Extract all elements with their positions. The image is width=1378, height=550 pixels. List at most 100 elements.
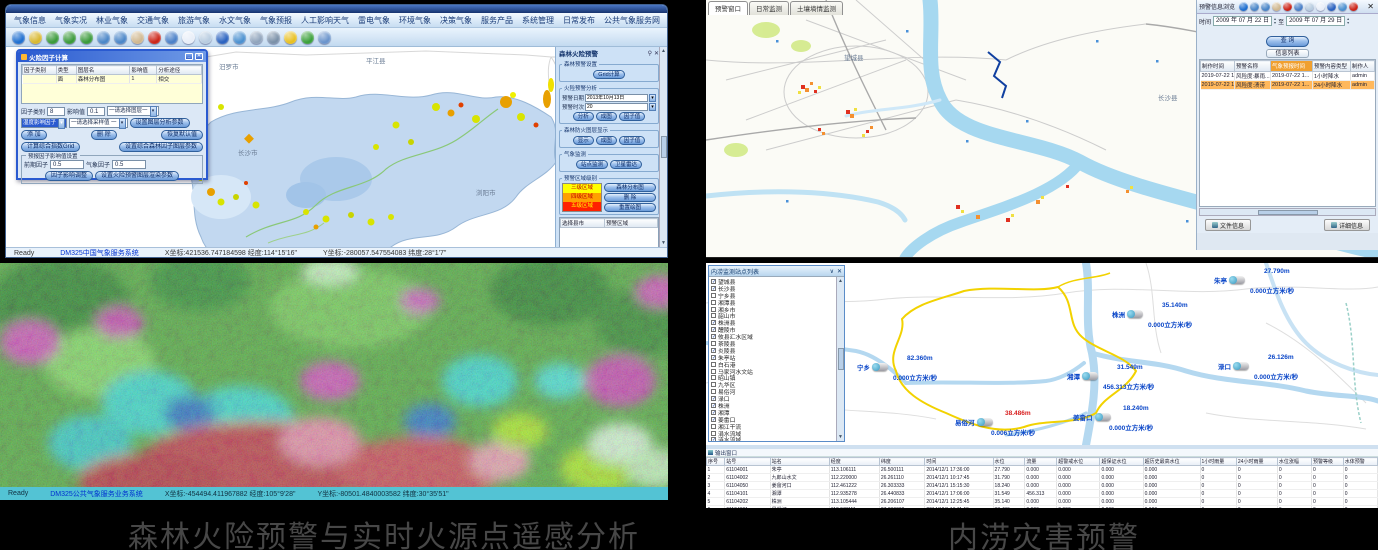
collapse-icon[interactable]: ∨ — [830, 268, 834, 275]
menu-item[interactable]: 服务产品 — [481, 15, 513, 26]
dialog-button[interactable]: 添 加 — [21, 130, 47, 140]
panel-button[interactable]: 因子值 — [619, 136, 646, 145]
warning-list-table[interactable]: 制作时间预警名称气象预报时间预警内容类型制作人2019-07-22 1...风险… — [1199, 59, 1376, 207]
zoom-in-icon[interactable] — [97, 31, 110, 44]
checkbox-icon[interactable] — [711, 431, 716, 436]
scroll-down-icon[interactable]: ▼ — [838, 434, 843, 440]
column-header[interactable]: 1小时雨量 — [1200, 458, 1236, 466]
tab-3[interactable]: 土壤墒情监测 — [790, 1, 843, 15]
dialog-button[interactable]: 删 除 — [91, 130, 117, 140]
close-icon[interactable]: ✕ — [1365, 2, 1376, 11]
column-header[interactable]: 水位 — [993, 458, 1025, 466]
image-icon[interactable] — [233, 31, 246, 44]
dialog-button[interactable]: 计算综合指数Grid — [21, 142, 80, 152]
checkbox-icon[interactable]: ✓ — [711, 327, 716, 332]
stop-icon[interactable] — [1349, 2, 1358, 11]
scroll-up-icon[interactable]: ▲ — [661, 48, 666, 54]
dialog-button[interactable]: 设置综合森林因子图层参数 — [119, 142, 203, 152]
globe-icon[interactable] — [1239, 2, 1248, 11]
scroll-thumb[interactable] — [1258, 210, 1318, 215]
fly-to-icon[interactable] — [46, 31, 59, 44]
date-spinner-icon[interactable]: ▴▾ — [1347, 17, 1349, 25]
column-header[interactable]: 预警等级 — [1311, 458, 1343, 466]
checkbox-icon[interactable] — [711, 293, 716, 298]
dialog-button[interactable]: 设置火险预警图层渲染参数 — [95, 171, 179, 181]
close-icon[interactable]: ✕ — [195, 53, 203, 60]
column-header[interactable]: 水体预警 — [1343, 458, 1377, 466]
select-arrow2-icon[interactable] — [80, 31, 93, 44]
menu-item[interactable]: 气象预报 — [260, 15, 292, 26]
menu-item[interactable]: 雷电气象 — [358, 15, 390, 26]
menu-item[interactable]: 交通气象 — [137, 15, 169, 26]
menu-item[interactable]: 气象实况 — [55, 15, 87, 26]
field-value[interactable]: 2013年10月13日 — [585, 94, 648, 102]
panel-button[interactable]: 显示 — [573, 136, 594, 145]
panel-button[interactable]: 森林分布图 — [604, 183, 656, 192]
scroll-down-icon[interactable]: ▼ — [661, 240, 666, 246]
page2-icon[interactable] — [1316, 2, 1325, 11]
checkbox-icon[interactable]: ✓ — [711, 417, 716, 422]
print-icon[interactable] — [250, 31, 263, 44]
checkbox-icon[interactable]: ✓ — [711, 334, 716, 339]
layer-select[interactable]: 一请选择图层一▾ — [107, 106, 159, 116]
dialog-titlebar[interactable]: 火险因子计算 _ ✕ — [18, 51, 206, 62]
legend-icon[interactable] — [216, 31, 229, 44]
checkbox-icon[interactable] — [711, 382, 716, 387]
map-icon[interactable] — [318, 31, 331, 44]
pan-hand-icon[interactable] — [131, 31, 144, 44]
chevron-down-icon[interactable]: ▾ — [119, 118, 126, 129]
column-header[interactable]: 制作时间 — [1201, 61, 1235, 72]
tab-1[interactable]: 预警窗口 — [708, 1, 748, 15]
column-header[interactable]: 分析途径 — [157, 66, 202, 75]
column-header[interactable]: 气象预报时间 — [1271, 61, 1313, 72]
checkbox-icon[interactable] — [711, 424, 716, 429]
column-header[interactable]: 流量 — [1025, 458, 1057, 466]
table-row[interactable]: 2019-07-22 1...风险度:渍涝2019-07-22 1...24小时… — [1201, 81, 1375, 90]
panel-action-button[interactable]: 文件信息 — [1205, 219, 1251, 231]
column-header[interactable]: 24小时雨量 — [1236, 458, 1277, 466]
identify-icon[interactable] — [1305, 2, 1314, 11]
table-row[interactable]: 161104001朱亭113.10611126.5001112014/12/1 … — [707, 466, 1378, 474]
close-icon[interactable]: ✕ — [837, 268, 842, 275]
page2-icon[interactable] — [182, 31, 195, 44]
panel-button[interactable]: 删 除 — [604, 193, 656, 202]
weight-input[interactable]: 0.1 — [87, 107, 105, 116]
zoom-in-icon[interactable] — [1250, 2, 1259, 11]
factor-no-input[interactable]: 8 — [47, 107, 65, 116]
column-header[interactable]: 超保证水位 — [1100, 458, 1143, 466]
zoom-out-icon[interactable] — [114, 31, 127, 44]
menu-item[interactable]: 人工影响天气 — [301, 15, 349, 26]
chart-icon[interactable] — [1338, 2, 1347, 11]
pin-icon[interactable] — [284, 31, 297, 44]
table-row[interactable]: 261104002九郎山水文112.22000026.2611102014/12… — [707, 474, 1378, 482]
layer-panel-titlebar[interactable]: 内涝监测站点列表 ∨ ✕ — [709, 266, 844, 277]
column-header[interactable]: 预警名称 — [1235, 61, 1271, 72]
select-arrow-icon[interactable] — [63, 31, 76, 44]
panel-action-button[interactable]: 详细信息 — [1324, 219, 1370, 231]
tab-2[interactable]: 日常监测 — [749, 1, 789, 15]
menu-item[interactable]: 环境气象 — [399, 15, 431, 26]
checkbox-icon[interactable] — [711, 341, 716, 346]
back-icon[interactable] — [301, 31, 314, 44]
info-list-tab[interactable]: 信息列表 — [1266, 49, 1308, 58]
column-header[interactable]: 时间 — [925, 458, 993, 466]
menu-item[interactable]: 旅游气象 — [178, 15, 210, 26]
column-header[interactable]: 超警戒水位 — [1057, 458, 1100, 466]
window-titlebar[interactable] — [6, 5, 667, 13]
checkbox-icon[interactable] — [711, 375, 716, 380]
checkbox-icon[interactable]: ✓ — [711, 403, 716, 408]
measure-icon[interactable] — [29, 31, 42, 44]
menu-item[interactable]: 日常发布 — [563, 15, 595, 26]
pin-icon[interactable]: ⚲ — [648, 50, 652, 57]
pan-hand-icon[interactable] — [1272, 2, 1281, 11]
checkbox-icon[interactable] — [711, 369, 716, 374]
panel-button[interactable]: 成图 — [596, 136, 617, 145]
minimize-icon[interactable]: _ — [185, 53, 193, 60]
column-header[interactable]: 水位涨幅 — [1277, 458, 1311, 466]
column-header[interactable]: 纬度 — [879, 458, 924, 466]
column-header[interactable]: 选择县市 — [561, 219, 605, 228]
identify-icon[interactable] — [199, 31, 212, 44]
date-to-field[interactable]: 2009 年 07 月 29 日 — [1286, 16, 1345, 26]
layer-param-button[interactable]: 设置图层分析参数 — [130, 118, 190, 128]
panel-button[interactable]: 卫星雷达 — [610, 160, 642, 169]
